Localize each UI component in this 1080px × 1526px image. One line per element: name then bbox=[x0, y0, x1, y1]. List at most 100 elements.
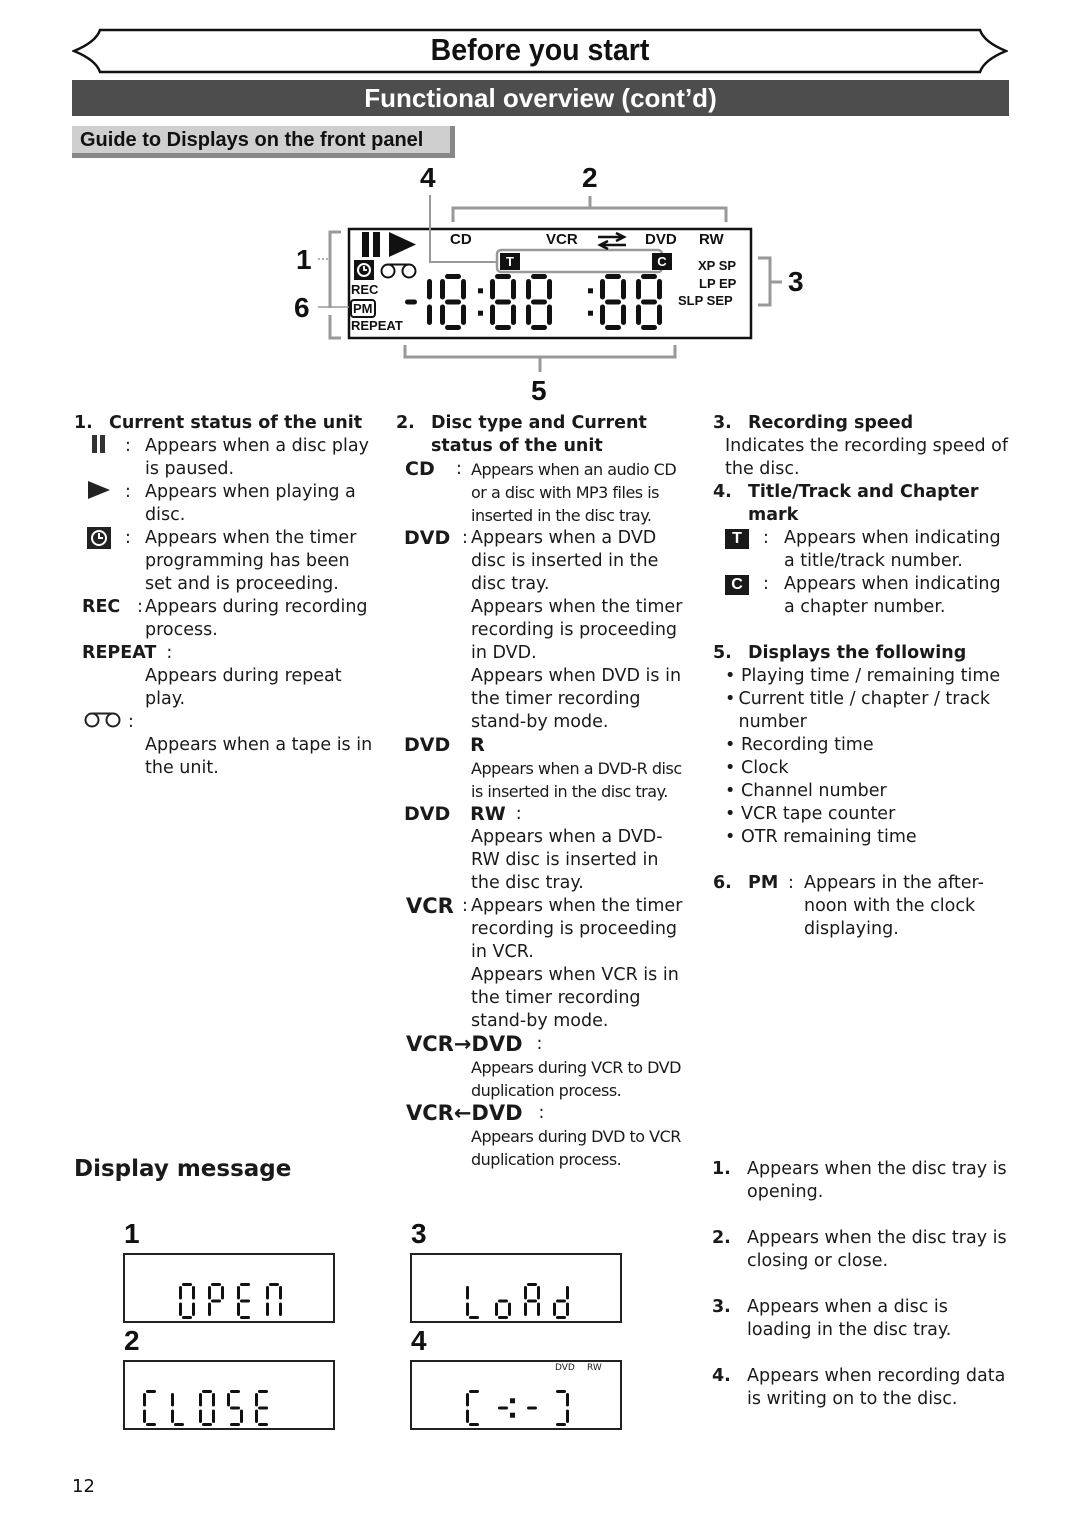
msg3-char-0-seg-f bbox=[466, 1286, 469, 1300]
msg2-char-3 bbox=[227, 1390, 243, 1426]
list-item: • OTR remaining time bbox=[725, 827, 917, 847]
msg3-char-1-seg-e bbox=[495, 1302, 498, 1316]
list-item: DVD RW : bbox=[404, 803, 522, 825]
main-digit-5-seg-f bbox=[526, 279, 531, 300]
main-digit-8-seg-c bbox=[657, 304, 662, 325]
list-item: 2. Appears when the disc tray is closing … bbox=[712, 1228, 1007, 1271]
main-digit-7-seg-c bbox=[621, 304, 626, 325]
msg1-char-1-seg-f bbox=[208, 1286, 211, 1300]
msg2-char-2 bbox=[199, 1390, 215, 1426]
section-3-heading: 3. Recording speed bbox=[713, 413, 914, 433]
msg4-char-3-seg-c bbox=[566, 1409, 569, 1423]
msg4-colon-dot-0 bbox=[510, 1398, 515, 1404]
msg4-char-0-seg-e bbox=[466, 1409, 469, 1423]
msg4-char-3 bbox=[556, 1390, 569, 1426]
msg2-char-1 bbox=[171, 1393, 184, 1426]
lcd-pm: PM bbox=[350, 299, 376, 318]
main-digit-7-seg-b bbox=[621, 279, 626, 300]
main-digit-5 bbox=[526, 274, 552, 330]
msg2-char-2-seg-d bbox=[202, 1423, 212, 1426]
list-item: REC : Appears during recording process. bbox=[82, 597, 368, 640]
display-message-heading: Display message bbox=[74, 1156, 292, 1182]
msg1-char-3-seg-e bbox=[266, 1302, 269, 1316]
main-digit-2-seg-c bbox=[461, 304, 466, 325]
section-2-heading: 2. Disc type and Current status of the un… bbox=[396, 413, 647, 456]
main-digit-7-seg-e bbox=[600, 304, 605, 325]
section-2: 2. Disc type and Current status of the un… bbox=[396, 412, 691, 1171]
callout-4: 4 bbox=[420, 162, 436, 193]
list-item: VCR→DVD : bbox=[406, 1032, 543, 1056]
section-5-list: • Playing time / remaining time • Current … bbox=[713, 665, 1013, 849]
timer-icon bbox=[354, 260, 374, 280]
list-item: VCR←DVD : bbox=[406, 1101, 545, 1125]
msg1-char-1-seg-b bbox=[221, 1286, 224, 1300]
msg2-char-3-seg-c bbox=[240, 1409, 243, 1423]
main-digit-2-seg-f bbox=[440, 279, 445, 300]
msg4-char-1 bbox=[498, 1406, 508, 1410]
main-digit-4-seg-e bbox=[490, 304, 495, 325]
msg3-char-1-seg-g bbox=[498, 1299, 508, 1303]
msg2-char-3-seg-f bbox=[227, 1393, 230, 1407]
main-digit-7-seg-d bbox=[605, 325, 621, 330]
display-panel-2-number: 2 bbox=[124, 1325, 140, 1356]
list-item: • VCR tape counter bbox=[725, 804, 896, 824]
msg1-char-3 bbox=[266, 1283, 282, 1316]
section-3-6: 3. Recording speed Indicates the recordin… bbox=[713, 412, 1013, 941]
main-digit-2-seg-g bbox=[445, 299, 461, 305]
main-digit-1 bbox=[427, 279, 432, 325]
pause-icon bbox=[74, 435, 125, 481]
list-item: 4. Appears when recording data is writing… bbox=[712, 1366, 1006, 1409]
msg3-char-0 bbox=[466, 1286, 479, 1319]
main-digit-5-seg-c bbox=[547, 304, 552, 325]
main-digit-8-seg-f bbox=[636, 279, 641, 300]
main-colon-3-dot-1 bbox=[478, 310, 483, 316]
main-digit-4-seg-b bbox=[511, 279, 516, 300]
msg2-char-4-seg-a bbox=[258, 1390, 268, 1393]
msg4-char-2 bbox=[527, 1406, 537, 1410]
segment-display bbox=[405, 274, 662, 330]
list-item: 1. Appears when the disc tray is opening. bbox=[712, 1159, 1007, 1202]
main-digit-1-seg-b bbox=[427, 279, 432, 300]
msg1-char-2-seg-g bbox=[240, 1299, 250, 1303]
list-item: • Recording time bbox=[725, 735, 874, 755]
callout-5: 5 bbox=[531, 375, 547, 406]
msg2-char-0-seg-d bbox=[146, 1423, 156, 1426]
msg2-char-4-seg-g bbox=[258, 1406, 268, 1410]
msg2-char-4-seg-d bbox=[258, 1423, 268, 1426]
msg1-char-2-seg-a bbox=[240, 1283, 250, 1286]
lcd-repeat: REPEAT bbox=[351, 318, 403, 333]
main-digit-8-seg-g bbox=[641, 299, 657, 305]
section-1-heading: 1. Current status of the unit bbox=[74, 413, 363, 433]
msg3-char-0-seg-e bbox=[466, 1302, 469, 1316]
msg3-char-2-seg-b bbox=[537, 1286, 540, 1300]
msg1-char-1-seg-a bbox=[211, 1283, 221, 1286]
main-minus-seg-g bbox=[405, 299, 417, 305]
section-3-text: Indicates the recording speed of the dis… bbox=[725, 436, 1008, 479]
msg3-char-1-seg-c bbox=[508, 1302, 511, 1316]
main-digit-4-seg-f bbox=[490, 279, 495, 300]
msg2-char-3-seg-d bbox=[230, 1423, 240, 1426]
callout-6: 6 bbox=[294, 292, 310, 323]
chapter-mark-icon: C bbox=[725, 575, 749, 595]
play-icon bbox=[389, 232, 416, 257]
main-digit-4 bbox=[490, 274, 516, 330]
msg1-char-0-seg-b bbox=[192, 1286, 195, 1300]
timer-icon bbox=[74, 527, 125, 596]
main-colon-6-dot-1 bbox=[588, 310, 593, 316]
section-title: Functional overview (cont’d) bbox=[72, 80, 1009, 116]
msg1-char-0-seg-f bbox=[179, 1286, 182, 1300]
indicator-rw: RW bbox=[587, 1363, 602, 1373]
section-5-heading: 5. Displays the following bbox=[713, 643, 967, 663]
msg1-char-2 bbox=[237, 1283, 250, 1319]
list-item: • Channel number bbox=[725, 781, 887, 801]
msg2-char-4 bbox=[255, 1390, 268, 1426]
display-message-descriptions: 1. Appears when the disc tray is opening.… bbox=[712, 1158, 1012, 1411]
msg4-char-2-seg-g bbox=[527, 1406, 537, 1410]
msg1-char-3-seg-a bbox=[269, 1283, 279, 1286]
main-digit-1-seg-c bbox=[427, 304, 432, 325]
msg3-char-3-seg-g bbox=[556, 1299, 566, 1303]
msg2-char-4-seg-e bbox=[255, 1409, 258, 1423]
msg1-char-3-seg-b bbox=[279, 1286, 282, 1300]
list-item: • Clock bbox=[725, 758, 789, 778]
msg3-char-1 bbox=[495, 1299, 511, 1319]
